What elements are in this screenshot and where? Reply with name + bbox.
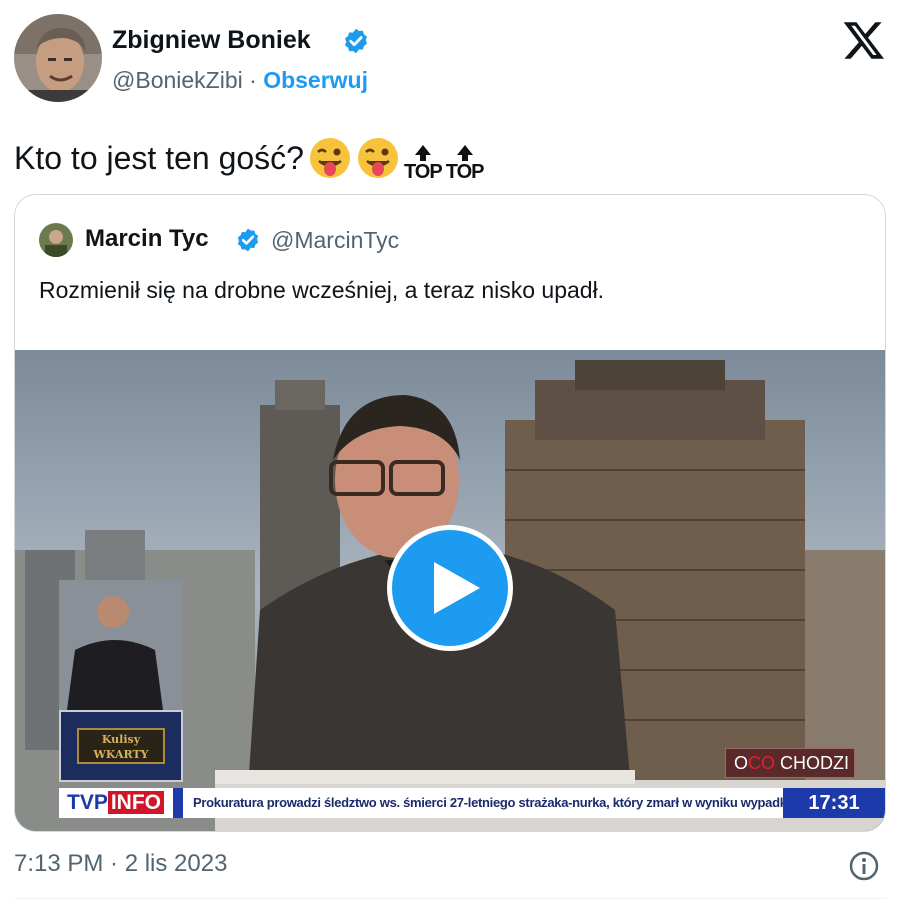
program-logo: Kulisy WKARTY — [77, 728, 165, 764]
news-ticker: TVP INFO Prokuratura prowadzi śledztwo ws… — [59, 788, 885, 818]
top-arrow-icon: TOP — [446, 134, 484, 182]
author-avatar[interactable] — [14, 14, 102, 102]
author-handle[interactable]: @BoniekZibi — [112, 67, 243, 93]
author-name[interactable]: Zbigniew Boniek — [112, 26, 311, 55]
tvp-info-logo: TVP INFO — [59, 788, 169, 818]
quoted-tweet[interactable]: Marcin Tyc @MarcinTyc Rozmienił się na d… — [14, 194, 886, 832]
info-icon[interactable] — [848, 850, 880, 882]
quoted-author-name[interactable]: Marcin Tyc — [85, 225, 209, 253]
sign-language-box: Kulisy WKARTY — [59, 710, 183, 782]
author-handle-row: @BoniekZibi · Obserwuj — [112, 67, 368, 94]
handle-separator: · — [249, 67, 257, 93]
play-button[interactable] — [387, 525, 513, 651]
x-logo-icon[interactable] — [842, 18, 886, 62]
quoted-tweet-text: Rozmienił się na drobne wcześniej, a ter… — [39, 277, 605, 303]
video-player[interactable]: Kulisy WKARTY OCO CHODZI TVP INFO Prokura… — [15, 350, 885, 831]
tvp-logo-text: TVP — [67, 791, 108, 814]
info-logo-text: INFO — [107, 791, 165, 814]
winking-face-with-tongue-icon — [357, 138, 398, 178]
quoted-author-avatar[interactable] — [39, 223, 73, 257]
show-tag: OCO CHODZI — [725, 748, 855, 778]
show-tag-suffix: CHODZI — [780, 753, 850, 773]
verified-badge-icon — [345, 28, 367, 54]
tweet-timestamp[interactable]: 7:13 PM · 2 lis 2023 — [14, 850, 227, 878]
ticker-text: Prokuratura prowadzi śledztwo ws. śmierc… — [173, 788, 783, 818]
quoted-author-handle[interactable]: @MarcinTyc — [271, 227, 399, 254]
top-label: TOP — [403, 161, 443, 183]
verified-badge-icon — [237, 228, 259, 252]
program-logo-line2: WKARTY — [93, 748, 149, 761]
show-tag-accent: CO — [748, 753, 776, 773]
tweet-text: Kto to jest ten gość? TOP TOP — [14, 128, 484, 188]
winking-face-with-tongue-icon — [309, 138, 350, 178]
top-arrow-icon: TOP — [403, 134, 443, 183]
tweet-header: Zbigniew Boniek @BoniekZibi · Obserwuj — [14, 14, 886, 106]
show-tag-prefix: O — [734, 753, 749, 773]
tweet-text-body: Kto to jest ten gość? — [14, 139, 304, 176]
footer-divider — [14, 898, 886, 899]
play-icon — [434, 562, 480, 614]
follow-button[interactable]: Obserwuj — [263, 67, 368, 93]
ticker-clock: 17:31 — [783, 788, 885, 818]
program-logo-line1: Kulisy — [101, 733, 141, 746]
top-label: TOP — [445, 161, 485, 183]
